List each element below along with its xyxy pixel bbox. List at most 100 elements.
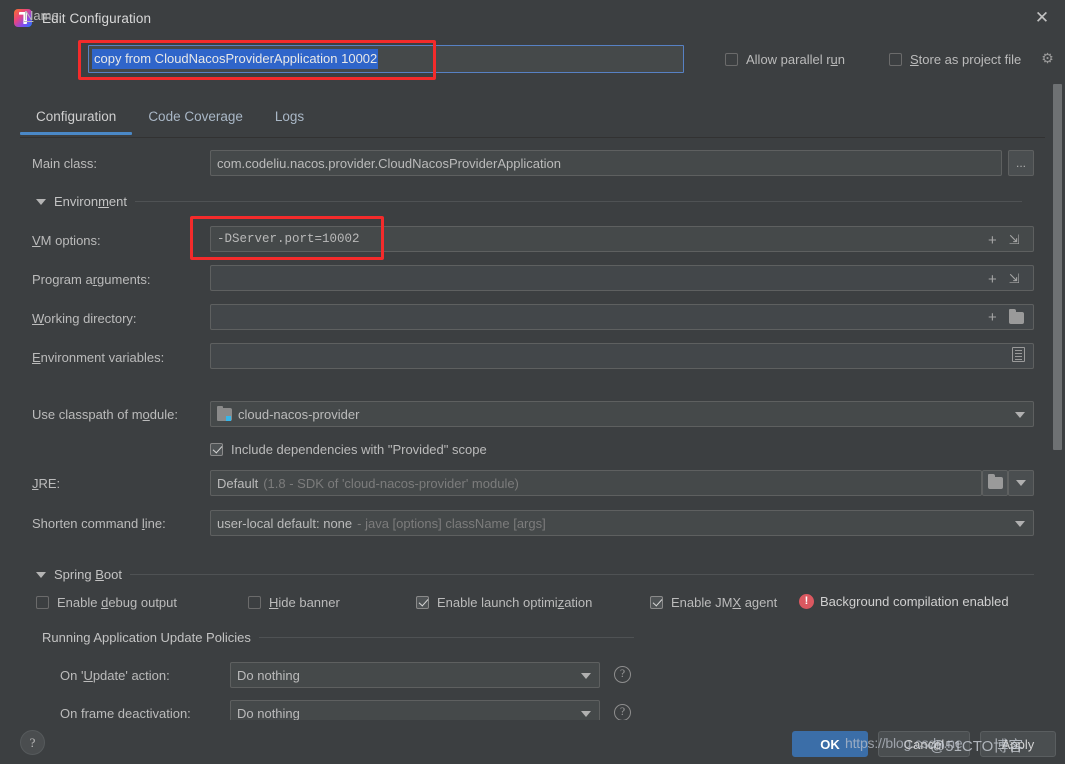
name-label: Name: <box>24 8 62 23</box>
jre-label: JRE: <box>32 476 60 491</box>
store-as-project-file-checkbox[interactable]: Store as project file <box>889 52 1021 67</box>
expand-icon[interactable]: ⇲ <box>1009 232 1020 248</box>
vertical-scrollbar[interactable] <box>1052 84 1062 728</box>
list-icon[interactable] <box>1012 347 1025 362</box>
edit-configuration-dialog: Edit Configuration ✕ Name: copy from Clo… <box>0 0 1065 764</box>
main-class-browse-button[interactable]: ... <box>1008 150 1034 176</box>
checkbox-box <box>650 596 663 609</box>
jre-value: Default <box>217 476 258 491</box>
on-update-action-label: On 'Update' action: <box>60 668 170 683</box>
use-classpath-of-module-label: Use classpath of module: <box>32 407 178 422</box>
shorten-command-line-select[interactable]: user-local default: none - java [options… <box>210 510 1034 536</box>
enable-launch-optimization-label: Enable launch optimization <box>437 595 592 610</box>
vm-options-field-actions: + ⇲ <box>988 232 1020 248</box>
environment-section-header[interactable]: Environment <box>36 194 1022 209</box>
checkbox-box <box>725 53 738 66</box>
tab-configuration[interactable]: Configuration <box>20 106 132 135</box>
enable-launch-optimization-checkbox[interactable]: Enable launch optimization <box>416 595 592 610</box>
name-input[interactable]: copy from CloudNacosProviderApplication … <box>88 45 684 73</box>
jre-value-detail: (1.8 - SDK of 'cloud-nacos-provider' mod… <box>263 476 519 491</box>
folder-icon[interactable] <box>1009 312 1024 324</box>
section-divider <box>135 201 1022 202</box>
chevron-down-icon <box>581 673 591 679</box>
chevron-down-icon <box>36 199 46 205</box>
error-icon: ! <box>799 594 814 609</box>
tab-divider <box>20 137 1045 138</box>
help-icon[interactable]: ? <box>614 666 631 683</box>
main-class-label: Main class: <box>32 156 97 171</box>
plus-icon[interactable]: + <box>988 272 997 287</box>
title-bar: Edit Configuration <box>0 0 1065 36</box>
plus-icon[interactable]: + <box>988 233 997 248</box>
section-divider <box>130 574 1034 575</box>
tab-code-coverage[interactable]: Code Coverage <box>132 106 259 135</box>
update-policies-title: Running Application Update Policies <box>42 630 251 645</box>
on-frame-deactivation-value: Do nothing <box>237 706 300 721</box>
program-arguments-input[interactable] <box>210 265 1034 291</box>
tab-logs[interactable]: Logs <box>259 106 320 135</box>
shorten-command-line-detail: - java [options] className [args] <box>357 516 546 531</box>
environment-section-title: Environment <box>54 194 127 209</box>
enable-jmx-agent-checkbox[interactable]: Enable JMX agent <box>650 595 777 610</box>
use-classpath-of-module-value: cloud-nacos-provider <box>238 407 359 422</box>
expand-icon[interactable]: ⇲ <box>1009 271 1020 287</box>
working-directory-input[interactable] <box>210 304 1034 330</box>
jre-dropdown-button[interactable] <box>1008 470 1034 496</box>
background-compilation-warning-text: Background compilation enabled <box>820 594 1009 609</box>
help-icon[interactable]: ? <box>614 704 631 721</box>
spring-boot-section-title: Spring Boot <box>54 567 122 582</box>
store-as-project-file-label: Store as project file <box>910 52 1021 67</box>
tab-bar: Configuration Code Coverage Logs <box>20 106 1045 138</box>
allow-parallel-run-checkbox[interactable]: Allow parallel run <box>725 52 845 67</box>
on-update-action-select[interactable]: Do nothing <box>230 662 600 688</box>
checkbox-box <box>248 596 261 609</box>
enable-debug-output-checkbox[interactable]: Enable debug output <box>36 595 177 610</box>
use-classpath-of-module-select[interactable]: cloud-nacos-provider <box>210 401 1034 427</box>
main-class-value: com.codeliu.nacos.provider.CloudNacosPro… <box>217 156 561 171</box>
section-divider <box>259 637 634 638</box>
vm-options-input[interactable]: -DServer.port=10002 <box>210 226 1034 252</box>
checkbox-box <box>889 53 902 66</box>
include-provided-scope-label: Include dependencies with "Provided" sco… <box>231 442 487 457</box>
on-update-action-value: Do nothing <box>237 668 300 683</box>
close-icon[interactable]: ✕ <box>1027 4 1057 30</box>
update-policies-section-header: Running Application Update Policies <box>42 630 634 645</box>
chevron-down-icon <box>1015 521 1025 527</box>
vm-options-label: VM options: <box>32 233 101 248</box>
chevron-down-icon <box>1015 412 1025 418</box>
allow-parallel-run-label: Allow parallel run <box>746 52 845 67</box>
include-provided-scope-checkbox[interactable]: Include dependencies with "Provided" sco… <box>210 442 487 457</box>
enable-jmx-agent-label: Enable JMX agent <box>671 595 777 610</box>
jre-browse-button[interactable] <box>982 470 1008 496</box>
on-frame-deactivation-label: On frame deactivation: <box>60 706 191 721</box>
vm-options-value: -DServer.port=10002 <box>217 232 360 246</box>
name-input-value: copy from CloudNacosProviderApplication … <box>92 49 378 69</box>
spring-boot-section-header[interactable]: Spring Boot <box>36 567 1034 582</box>
scrollbar-thumb[interactable] <box>1053 84 1062 450</box>
checkbox-box <box>210 443 223 456</box>
help-button[interactable]: ? <box>20 730 45 755</box>
working-directory-label: Working directory: <box>32 311 137 326</box>
watermark-brand: @51CTO博客 <box>930 735 1023 756</box>
enable-debug-output-label: Enable debug output <box>57 595 177 610</box>
checkbox-box <box>36 596 49 609</box>
environment-variables-label: Environment variables: <box>32 350 164 365</box>
shorten-command-line-label: Shorten command line: <box>32 516 166 531</box>
hide-banner-label: Hide banner <box>269 595 340 610</box>
folder-icon <box>988 477 1003 489</box>
environment-variables-field-actions <box>1012 347 1025 362</box>
environment-variables-input[interactable] <box>210 343 1034 369</box>
program-arguments-field-actions: + ⇲ <box>988 271 1020 287</box>
chevron-down-icon <box>36 572 46 578</box>
working-directory-field-actions: + <box>988 310 1024 325</box>
chevron-down-icon <box>581 711 591 717</box>
jre-input[interactable]: Default (1.8 - SDK of 'cloud-nacos-provi… <box>210 470 982 496</box>
shorten-command-line-value: user-local default: none <box>217 516 352 531</box>
program-arguments-label: Program arguments: <box>32 272 151 287</box>
checkbox-box <box>416 596 429 609</box>
plus-icon[interactable]: + <box>988 310 997 325</box>
hide-banner-checkbox[interactable]: Hide banner <box>248 595 340 610</box>
gear-icon[interactable]: ⚙ <box>1040 51 1055 66</box>
chevron-down-icon <box>1016 480 1026 486</box>
main-class-input[interactable]: com.codeliu.nacos.provider.CloudNacosPro… <box>210 150 1002 176</box>
